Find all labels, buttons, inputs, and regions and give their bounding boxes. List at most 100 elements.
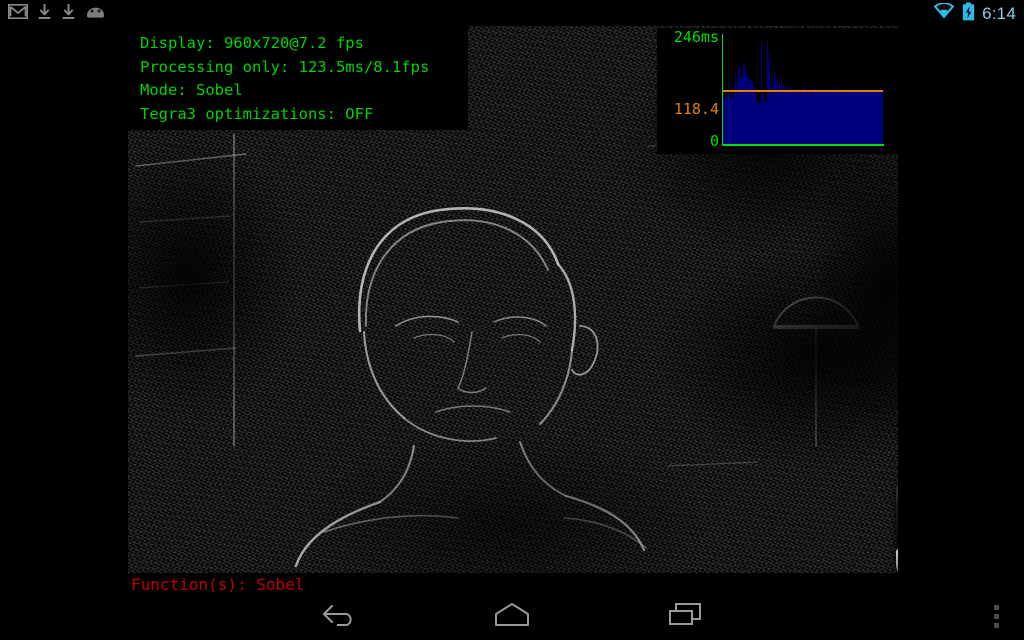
graph-bar [776,85,777,144]
graph-bar [864,91,865,144]
overlay-line-display: Display: 960x720@7.2 fps [140,32,460,56]
graph-bar [855,91,856,144]
graph-bar [764,100,765,144]
graph-bar [803,91,804,144]
graph-bar [736,94,737,144]
frame-time-graph: 246ms 118.4 0 [657,28,898,154]
graph-bar [785,87,786,144]
graph-bar [822,91,823,144]
graph-bar [735,73,736,144]
tegra-badge-top: nVIDIA. [896,478,898,549]
graph-bar [813,92,814,144]
graph-bar [856,90,857,144]
graph-bar [757,101,758,144]
nav-back-button[interactable] [294,592,384,640]
graph-bar [756,98,757,144]
graph-bar [815,89,816,144]
graph-bar [812,90,813,144]
device-screen: 6:14 [0,0,1024,640]
graph-bar [772,97,773,144]
graph-bar [819,91,820,144]
graph-bar [835,89,836,144]
graph-bar [739,69,740,144]
status-bar-clock: 6:14 [982,3,1016,25]
graph-bar [807,90,808,144]
graph-bar [828,91,829,144]
gmail-icon [8,4,28,24]
graph-bar [754,89,755,144]
graph-bar [880,91,881,144]
graph-bar [833,90,834,144]
graph-bar [877,90,878,144]
graph-bar [786,91,787,144]
graph-bar [816,91,817,144]
graph-bar [775,81,776,144]
graph-bar [853,91,854,144]
graph-bar [752,83,753,144]
graph-bar [808,92,809,144]
graph-bar [840,91,841,144]
graph-bar [726,97,727,144]
graph-bar [769,52,770,144]
graph-bar [771,77,772,144]
graph-bar [732,93,733,144]
graph-bar [851,90,852,144]
graph-bar [792,91,793,144]
graph-bar [832,91,833,144]
graph-bar [758,104,759,144]
graph-bar [746,72,747,144]
graph-bar [857,91,858,144]
graph-bar [793,92,794,144]
graph-bar [733,99,734,144]
graph-bar [798,90,799,144]
graph-bar [760,103,761,144]
graph-bar [779,83,780,144]
graph-bar [875,91,876,144]
graph-bar [830,92,831,144]
graph-bar [791,89,792,144]
status-bar-notification-icons [8,3,106,25]
graph-bar [742,78,743,144]
graph-bar [859,92,860,144]
graph-bar [805,88,806,144]
download-icon-2 [61,3,76,25]
graph-bar [787,88,788,144]
nav-home-button[interactable] [467,592,557,640]
graph-bar [829,90,830,144]
graph-bar [790,92,791,144]
nav-recents-button[interactable] [640,592,730,640]
graph-bar [839,90,840,144]
graph-bar [858,91,859,144]
graph-bar [749,79,750,144]
graph-bar [878,91,879,144]
graph-bar [841,91,842,144]
graph-label-max: 246ms [657,30,719,45]
camera-preview[interactable]: Display: 960x720@7.2 fps Processing only… [128,26,898,573]
graph-bar [753,86,754,144]
graph-bar [848,92,849,144]
graph-bar [755,92,756,144]
battery-charging-icon [962,2,975,26]
tegra-badge-bottom: TEGRA [896,549,898,573]
graph-bar [750,81,751,144]
graph-bar [874,91,875,144]
overflow-dot-3 [994,623,999,628]
graph-bar [804,85,805,144]
graph-bar [867,91,868,144]
graph-bar [844,91,845,144]
graph-bar [836,91,837,144]
nav-overflow-button[interactable] [976,592,1016,640]
graph-bar [824,91,825,144]
graph-bar [852,91,853,144]
graph-bar [767,42,768,144]
graph-bar [802,92,803,144]
graph-bar [761,41,762,144]
graph-bar [777,77,778,144]
graph-bar [847,91,848,144]
graph-bar [863,90,864,144]
graph-bar [809,89,810,144]
graph-bar [781,78,782,144]
graph-bar [725,91,726,144]
android-robot-icon [85,5,106,24]
graph-x-axis [722,144,884,146]
